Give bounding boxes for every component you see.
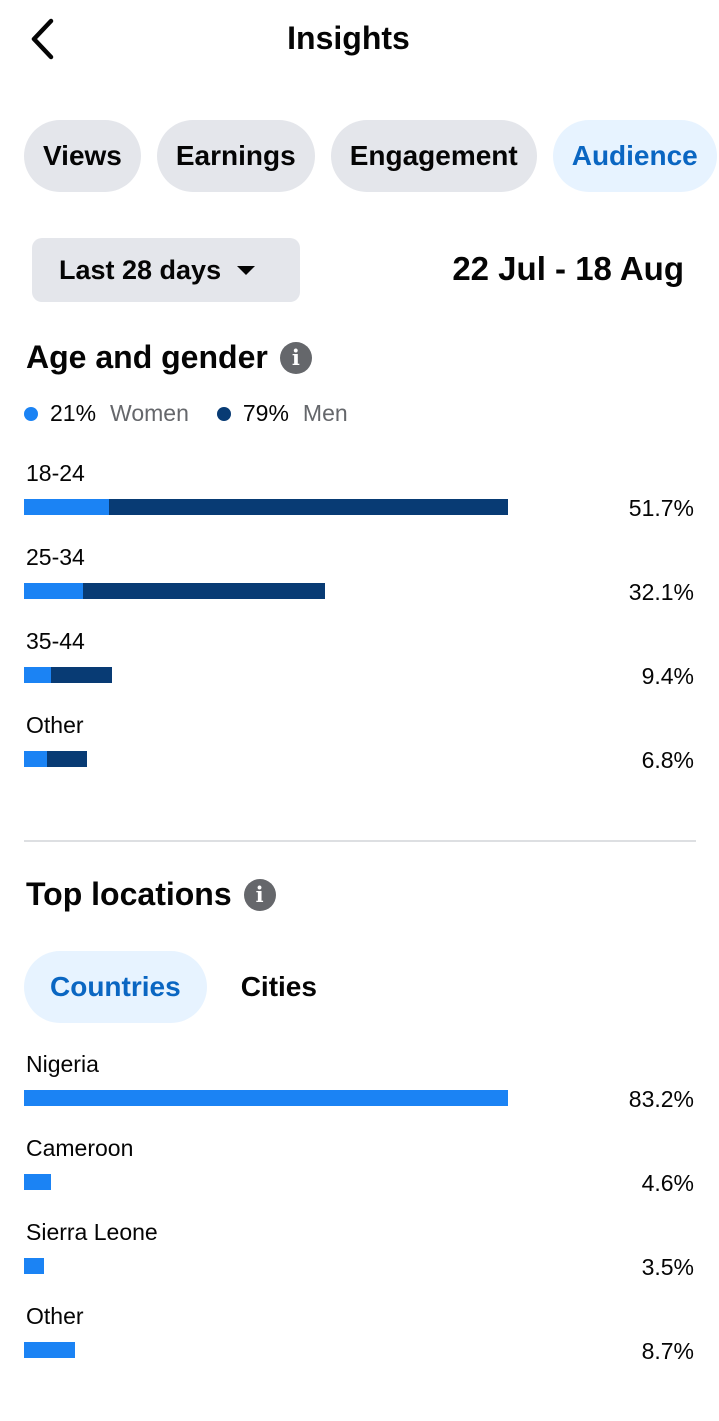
age-gender-title-text: Age and gender — [26, 339, 268, 375]
age-row: 35-44 9.4% — [24, 626, 696, 710]
men-segment — [83, 583, 325, 599]
legend-men: 79% Men — [216, 400, 348, 427]
location-bar-fill — [24, 1342, 75, 1358]
women-segment — [24, 583, 83, 599]
tab-cities[interactable]: Cities — [215, 951, 343, 1023]
age-row-value: 51.7% — [628, 495, 694, 521]
location-row-label: Nigeria — [26, 1051, 99, 1077]
location-row-value: 3.5% — [641, 1254, 694, 1280]
location-row: Cameroon 4.6% — [24, 1133, 696, 1217]
gender-legend: 21% Women 79% Men — [24, 400, 376, 427]
location-row-label: Other — [26, 1303, 84, 1329]
age-row-bar — [24, 751, 87, 767]
age-row: Other 6.8% — [24, 710, 696, 794]
women-segment — [24, 667, 51, 683]
location-row-bar — [24, 1258, 44, 1274]
men-dot-icon — [216, 406, 231, 421]
women-segment — [24, 499, 109, 515]
location-bar-fill — [24, 1258, 44, 1274]
age-row-value: 6.8% — [641, 747, 694, 773]
age-row-label: Other — [26, 712, 84, 738]
age-row-label: 35-44 — [26, 628, 85, 654]
age-row-bar — [24, 583, 325, 599]
location-rows: Nigeria 83.2% Cameroon 4.6% Sierra Leone… — [24, 1049, 696, 1385]
location-row-value: 8.7% — [641, 1338, 694, 1364]
age-gender-rows: 18-24 51.7% 25-34 32.1% 35-44 9.4% Other… — [24, 458, 696, 794]
women-segment — [24, 751, 47, 767]
location-tabs: Countries Cities — [24, 951, 343, 1023]
legend-women-pct: 21% — [50, 400, 97, 426]
date-range-row: Last 28 days 22 Jul - 18 Aug — [32, 238, 687, 302]
age-row-value: 9.4% — [641, 663, 694, 689]
age-row-bar — [24, 667, 112, 683]
caret-down-icon — [237, 265, 256, 275]
legend-women-label: Women — [110, 400, 189, 426]
age-row-bar — [24, 499, 508, 515]
age-row: 25-34 32.1% — [24, 542, 696, 626]
info-icon[interactable]: i — [243, 878, 276, 911]
location-row-value: 4.6% — [641, 1170, 694, 1196]
age-row: 18-24 51.7% — [24, 458, 696, 542]
date-range-text: 22 Jul - 18 Aug — [452, 250, 684, 287]
age-row-value: 32.1% — [628, 579, 694, 605]
header: Insights — [0, 0, 719, 80]
tab-earnings[interactable]: Earnings — [156, 120, 315, 192]
tab-countries[interactable]: Countries — [24, 951, 207, 1023]
tab-engagement[interactable]: Engagement — [330, 120, 537, 192]
location-bar-fill — [24, 1174, 51, 1190]
legend-men-pct: 79% — [242, 400, 289, 426]
age-row-label: 25-34 — [26, 544, 85, 570]
tab-views[interactable]: Views — [24, 120, 141, 192]
women-dot-icon — [24, 406, 38, 421]
date-range-dropdown[interactable]: Last 28 days — [32, 238, 300, 302]
location-row: Other 8.7% — [24, 1301, 696, 1385]
location-bar-fill — [24, 1090, 508, 1106]
men-segment — [47, 751, 87, 767]
location-row-label: Sierra Leone — [26, 1219, 158, 1245]
location-row-bar — [24, 1090, 508, 1106]
tab-audience[interactable]: Audience — [552, 120, 717, 192]
insights-tabs: Views Earnings Engagement Audience — [24, 120, 717, 192]
men-segment — [51, 667, 112, 683]
men-segment — [109, 499, 508, 515]
date-range-dropdown-label: Last 28 days — [59, 254, 222, 285]
location-row: Sierra Leone 3.5% — [24, 1217, 696, 1301]
page-title: Insights — [287, 20, 410, 56]
legend-women: 21% Women — [24, 400, 189, 427]
section-divider — [24, 840, 696, 842]
location-row: Nigeria 83.2% — [24, 1049, 696, 1133]
info-icon[interactable]: i — [279, 341, 312, 374]
age-gender-title: Age and gender i — [26, 339, 312, 376]
location-row-value: 83.2% — [628, 1086, 694, 1112]
age-row-label: 18-24 — [26, 460, 85, 486]
top-locations-title-text: Top locations — [26, 876, 232, 912]
location-row-label: Cameroon — [26, 1135, 134, 1161]
location-row-bar — [24, 1174, 51, 1190]
top-locations-title: Top locations i — [26, 876, 276, 913]
location-row-bar — [24, 1342, 75, 1358]
legend-men-label: Men — [302, 400, 348, 426]
